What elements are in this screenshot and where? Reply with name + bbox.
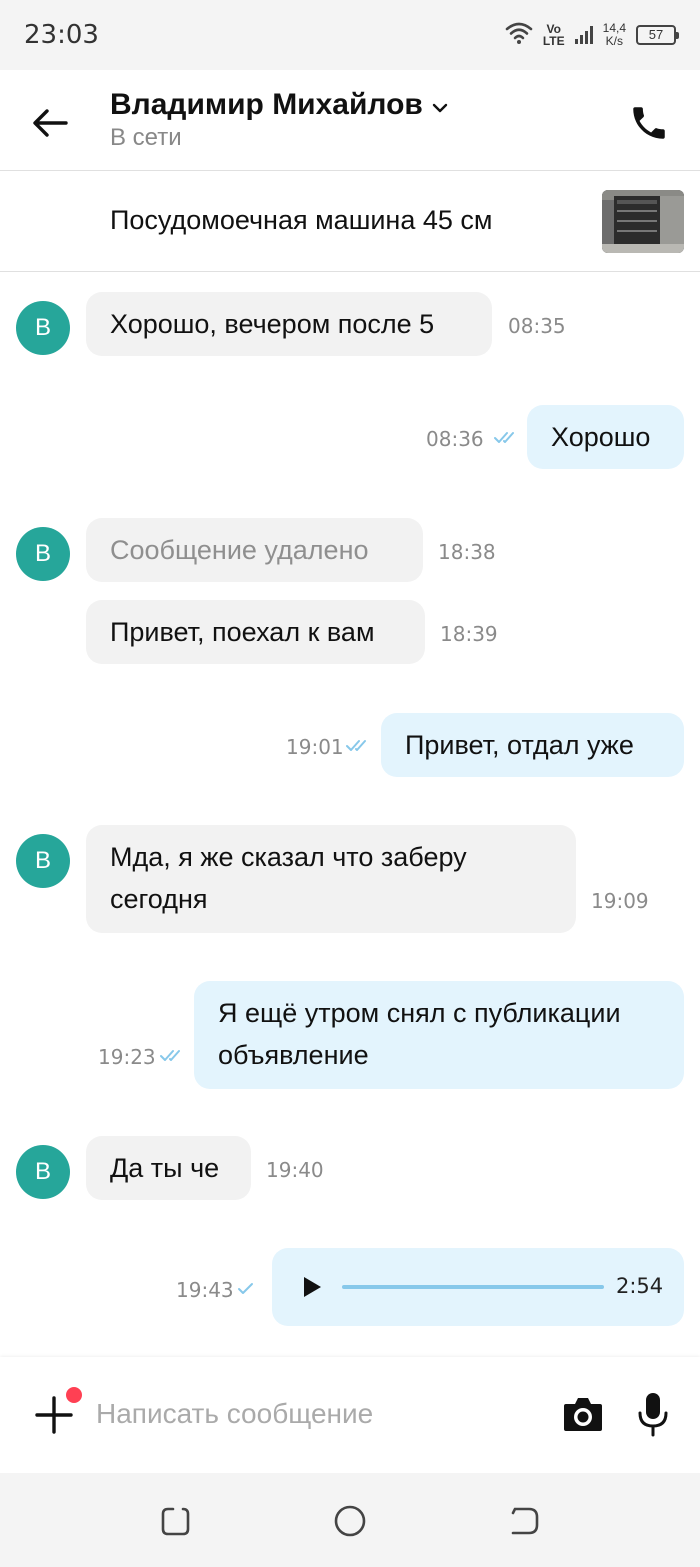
message-text: Хорошо, вечером после 5	[110, 309, 435, 339]
message-text-line-1: Я ещё утром снял с публикации	[218, 998, 621, 1028]
incoming-message-bubble[interactable]: Да ты че	[86, 1136, 251, 1200]
message-text: Привет, поехал к вам	[110, 617, 375, 647]
outgoing-message-bubble[interactable]: Я ещё утром снял с публикации объявление	[194, 981, 684, 1089]
message-time: 18:39	[440, 622, 498, 646]
message-text: Сообщение удалено	[110, 535, 369, 565]
volte-icon: Vo LTE	[543, 23, 565, 47]
message-text-line-2: объявление	[218, 1040, 369, 1070]
contact-avatar[interactable]: В	[16, 1145, 70, 1199]
message-text: Да ты че	[110, 1153, 220, 1183]
network-speed: 14,4 K/s	[603, 22, 626, 48]
status-bar: 23:03 Vo LTE 14,4 K/s 57	[0, 0, 700, 70]
outgoing-message-bubble[interactable]: Привет, отдал уже	[381, 713, 684, 777]
wifi-icon	[505, 21, 533, 50]
volte-bottom-label: LTE	[542, 34, 565, 48]
system-navigation-bar	[0, 1473, 700, 1567]
back-icon[interactable]	[507, 1503, 543, 1539]
listing-bar[interactable]: Посудомоечная машина 45 см	[0, 171, 700, 272]
speed-value: 14,4	[602, 21, 626, 35]
message-time: 08:36	[426, 427, 484, 451]
contact-name: Владимир Михайлов	[110, 88, 423, 121]
status-icons: Vo LTE 14,4 K/s 57	[505, 18, 679, 52]
contact-avatar[interactable]: В	[16, 834, 70, 888]
contact-status: В сети	[110, 124, 182, 151]
listing-title[interactable]: Посудомоечная машина 45 см	[110, 205, 492, 236]
message-text-line-1: Мда, я же сказал что заберу	[110, 842, 467, 872]
battery-icon: 57	[636, 25, 679, 45]
read-ticks-icon	[346, 739, 372, 753]
read-ticks-icon	[160, 1049, 186, 1063]
listing-thumbnail[interactable]	[602, 190, 684, 253]
message-composer	[0, 1357, 700, 1473]
read-ticks-icon	[494, 431, 520, 445]
incoming-message-bubble[interactable]: Хорошо, вечером после 5	[86, 292, 492, 356]
signal-icon	[574, 26, 593, 44]
contact-avatar[interactable]: В	[16, 301, 70, 355]
message-text-line-2: сегодня	[110, 884, 208, 914]
voice-message-bubble[interactable]: 2:54	[272, 1248, 684, 1326]
incoming-message-bubble[interactable]: Мда, я же сказал что заберу сегодня	[86, 825, 576, 933]
message-time: 19:40	[266, 1158, 324, 1182]
message-text: Хорошо	[551, 422, 651, 452]
message-time: 18:38	[438, 540, 496, 564]
message-text: Привет, отдал уже	[405, 730, 634, 760]
contact-info[interactable]: Владимир Михайлов В сети	[110, 88, 449, 152]
home-icon[interactable]	[332, 1503, 368, 1539]
message-time: 19:09	[591, 889, 649, 913]
message-time: 19:01	[286, 735, 344, 759]
recent-apps-icon[interactable]	[157, 1503, 193, 1539]
delivered-tick-icon	[236, 1282, 262, 1296]
incoming-message-bubble[interactable]: Привет, поехал к вам	[86, 600, 425, 664]
chevron-down-icon[interactable]	[431, 88, 449, 122]
play-icon[interactable]	[300, 1275, 324, 1299]
back-arrow-icon[interactable]	[30, 103, 70, 143]
notification-dot	[66, 1387, 82, 1403]
message-time: 19:23	[98, 1045, 156, 1069]
contact-name-row[interactable]: Владимир Михайлов	[110, 88, 449, 122]
chat-header: Владимир Михайлов В сети	[0, 70, 700, 171]
phone-icon[interactable]	[628, 102, 670, 144]
message-input[interactable]	[96, 1390, 536, 1438]
deleted-message-bubble[interactable]: Сообщение удалено	[86, 518, 423, 582]
contact-avatar[interactable]: В	[16, 527, 70, 581]
message-time: 19:43	[176, 1278, 234, 1302]
camera-icon[interactable]	[562, 1395, 604, 1433]
speed-unit: K/s	[605, 34, 623, 48]
voice-progress-bar[interactable]	[342, 1285, 604, 1289]
status-time: 23:03	[24, 20, 99, 50]
message-time: 08:35	[508, 314, 566, 338]
outgoing-message-bubble[interactable]: Хорошо	[527, 405, 684, 469]
microphone-icon[interactable]	[636, 1391, 670, 1437]
voice-duration: 2:54	[616, 1274, 664, 1298]
